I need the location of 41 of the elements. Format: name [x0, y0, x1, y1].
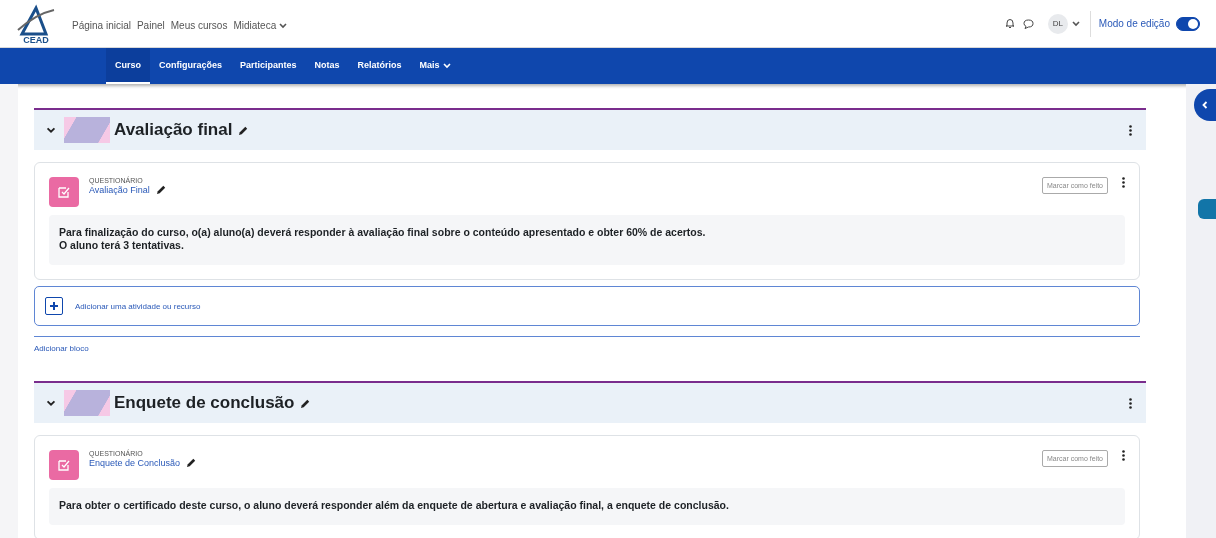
- course-tab[interactable]: Relatórios: [348, 48, 411, 84]
- section-title: Avaliação final: [114, 120, 233, 140]
- pencil-icon[interactable]: [300, 397, 312, 409]
- plus-icon: [45, 297, 63, 315]
- edit-mode-toggle[interactable]: [1176, 16, 1200, 31]
- chat-icon[interactable]: [1022, 18, 1034, 29]
- quiz-icon: [49, 450, 79, 480]
- nav-link[interactable]: Painel: [136, 19, 165, 31]
- add-block-link[interactable]: Adicionar bloco: [34, 344, 89, 353]
- nav-link[interactable]: Página inicial: [72, 19, 131, 31]
- section-title: Enquete de conclusão: [114, 393, 295, 413]
- course-tab[interactable]: Configurações: [150, 48, 232, 84]
- more-options-icon[interactable]: [1129, 124, 1132, 136]
- course-tab[interactable]: Notas: [305, 48, 349, 84]
- course-tab[interactable]: Mais: [410, 48, 460, 84]
- bell-icon[interactable]: [1004, 18, 1015, 29]
- user-avatar[interactable]: DL: [1047, 13, 1068, 34]
- activity-link[interactable]: Enquete de Conclusão: [89, 457, 181, 468]
- course-tab[interactable]: Curso: [106, 48, 150, 84]
- more-options-icon[interactable]: [1129, 397, 1132, 409]
- pencil-icon[interactable]: [155, 184, 167, 195]
- course-tab[interactable]: Participantes: [231, 48, 306, 84]
- chevron-icon[interactable]: [46, 126, 56, 134]
- quiz-icon: [49, 177, 79, 207]
- activity-description: Para obter o certificado deste curso, o aluno deverá responder além da enquete de abertura e avaliação final, a enquete de conclusão.: [49, 488, 1125, 525]
- activity-link[interactable]: Avaliação Final: [89, 184, 150, 195]
- chevron-icon[interactable]: [46, 399, 56, 407]
- more-options-icon[interactable]: [1122, 177, 1125, 188]
- add-activity-button[interactable]: Adicionar uma atividade ou recurso: [34, 286, 1140, 326]
- nav-link[interactable]: Midiateca: [233, 19, 288, 31]
- chevron-icon: [1201, 101, 1209, 109]
- pencil-icon[interactable]: [238, 124, 250, 136]
- pencil-icon[interactable]: [186, 457, 198, 468]
- more-options-icon[interactable]: [1122, 450, 1125, 461]
- caret-icon[interactable]: [1071, 20, 1080, 27]
- activity-description: Para finalização do curso, o(a) aluno(a) deverá responder à avaliação final sobre o conteúdo apresentado e obter 60% de acertos. O aluno terá 3 tentativas.: [49, 215, 1125, 265]
- nav-link[interactable]: Meus cursos: [170, 19, 228, 31]
- edit-mode-label: Modo de edição: [1098, 18, 1170, 29]
- section-image: [64, 390, 110, 416]
- logo-text: CEAD: [23, 34, 49, 44]
- section-image: [64, 117, 110, 143]
